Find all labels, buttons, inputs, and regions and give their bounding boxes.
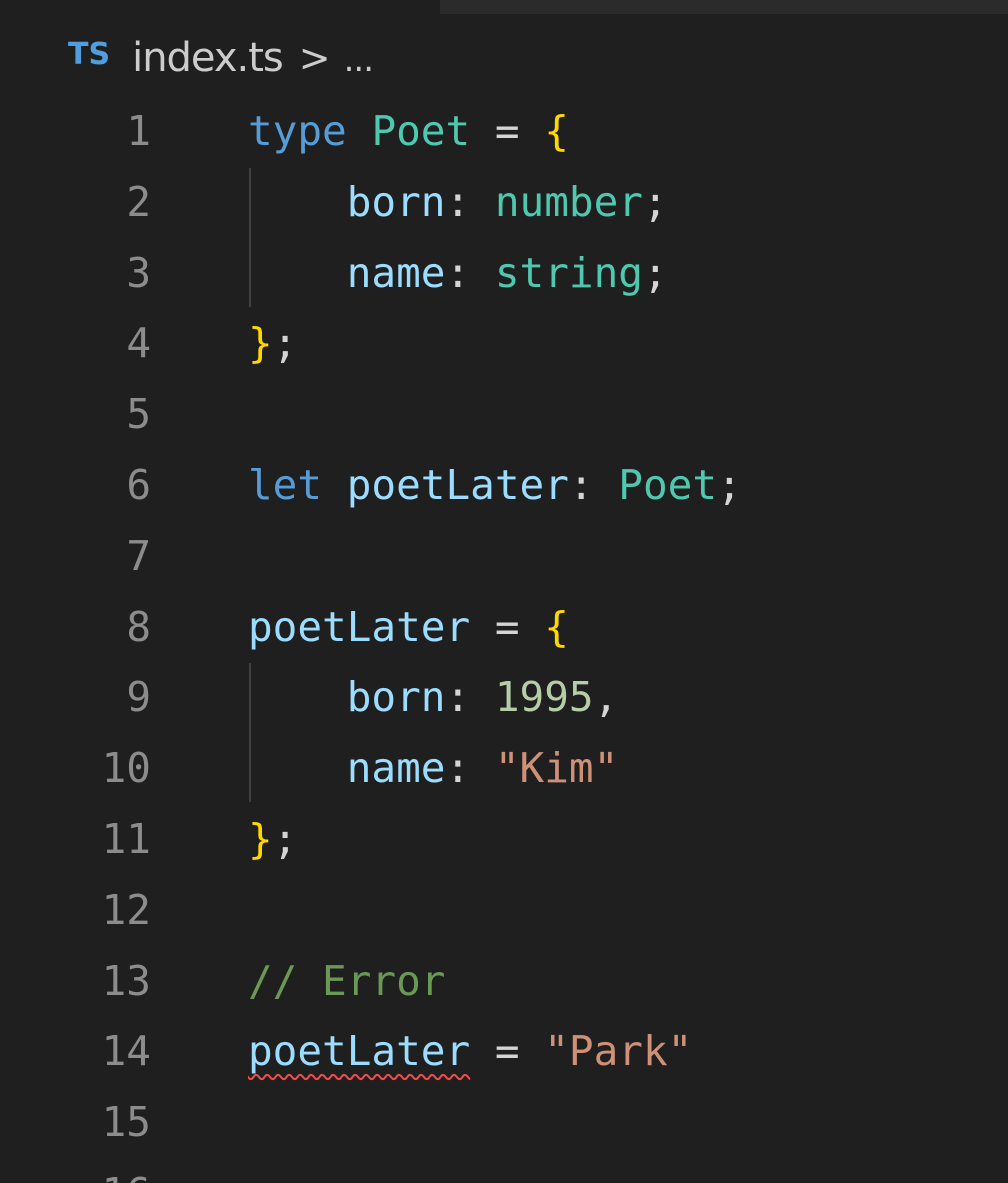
punctuation-token: :: [445, 744, 495, 793]
code-line[interactable]: 11 };: [0, 804, 1008, 875]
number-token: 1995: [494, 673, 594, 722]
punctuation-token: ;: [272, 814, 298, 863]
operator-token: =: [470, 602, 545, 651]
operator-token: =: [470, 1027, 545, 1076]
typescript-file-icon: TS: [68, 36, 111, 72]
line-code[interactable]: name: string;: [248, 238, 668, 309]
property-token: name: [346, 248, 446, 297]
code-line[interactable]: 3 name: string;: [0, 238, 1008, 309]
line-number: 2: [126, 177, 151, 226]
chevron-right-icon: >: [298, 36, 331, 80]
code-line[interactable]: 10 name: "Kim": [0, 733, 1008, 804]
code-line[interactable]: 5: [0, 379, 1008, 450]
brace-token: }: [248, 814, 273, 863]
breadcrumb-file-name[interactable]: index.ts: [132, 35, 284, 81]
line-code[interactable]: born: 1995,: [248, 662, 619, 733]
brace-token: {: [544, 602, 569, 651]
code-line[interactable]: 12: [0, 875, 1008, 946]
tab-bar-strip: [440, 0, 1008, 14]
punctuation-token: ;: [642, 177, 668, 226]
punctuation-token: :: [445, 177, 495, 226]
keyword-token: type: [248, 107, 347, 155]
type-token: string: [494, 248, 643, 297]
line-number: 9: [126, 673, 151, 722]
line-number: 15: [101, 1098, 151, 1147]
breadcrumb[interactable]: TS index.ts > ...: [68, 30, 374, 86]
brace-token: }: [248, 319, 273, 368]
line-number: 16: [0, 1158, 151, 1183]
variable-token: poetLater: [248, 602, 471, 651]
code-line[interactable]: 16: [0, 1158, 1008, 1183]
breadcrumb-symbol-ellipsis[interactable]: ...: [344, 40, 374, 80]
string-token: "Kim": [494, 744, 619, 793]
line-code[interactable]: // Error: [248, 946, 445, 1017]
punctuation-token: ;: [642, 248, 668, 297]
line-number: 5: [126, 390, 151, 439]
line-code[interactable]: let poetLater: Poet;: [248, 450, 742, 521]
operator-token: =: [470, 107, 545, 155]
line-number: 13: [101, 956, 151, 1005]
code-line[interactable]: 8 poetLater = {: [0, 592, 1008, 663]
line-code[interactable]: type Poet = {: [248, 96, 569, 167]
type-token: Poet: [371, 107, 471, 155]
line-code[interactable]: name: "Kim": [248, 733, 619, 804]
line-number: 6: [126, 460, 151, 509]
line-number: 1: [126, 107, 151, 155]
code-line[interactable]: 9 born: 1995,: [0, 662, 1008, 733]
code-line[interactable]: 13 // Error: [0, 946, 1008, 1017]
code-line[interactable]: 15: [0, 1087, 1008, 1158]
line-number: 12: [101, 885, 151, 934]
type-token: number: [494, 177, 643, 226]
type-token: Poet: [618, 460, 718, 509]
string-token: "Park": [544, 1027, 693, 1076]
line-number: 14: [101, 1027, 151, 1076]
punctuation-token: ;: [272, 319, 298, 368]
line-number: 10: [101, 744, 151, 793]
line-code[interactable]: poetLater = "Park": [248, 1016, 692, 1087]
line-number: 3: [126, 248, 151, 297]
line-number: 11: [101, 814, 151, 863]
punctuation-token: :: [445, 248, 495, 297]
line-code[interactable]: poetLater = {: [248, 592, 569, 663]
property-token: born: [346, 673, 446, 722]
code-editor[interactable]: 1 type Poet = { 2 born: number; 3 name: …: [0, 96, 1008, 1183]
line-code[interactable]: };: [248, 308, 297, 379]
comment-token: // Error: [248, 956, 446, 1005]
code-line[interactable]: 6 let poetLater: Poet;: [0, 450, 1008, 521]
line-code[interactable]: born: number;: [248, 167, 668, 238]
code-line[interactable]: 14 poetLater = "Park": [0, 1016, 1008, 1087]
code-line[interactable]: 4 };: [0, 308, 1008, 379]
line-number: 7: [126, 531, 151, 580]
property-token: name: [346, 744, 446, 793]
line-number: 8: [126, 602, 151, 651]
error-variable-token[interactable]: poetLater: [248, 1027, 470, 1075]
keyword-token: let: [248, 460, 323, 509]
code-line[interactable]: 7: [0, 521, 1008, 592]
punctuation-token: :: [568, 460, 619, 509]
brace-token: {: [544, 107, 569, 155]
line-number: 4: [126, 319, 151, 368]
line-code[interactable]: };: [248, 804, 297, 875]
variable-token: poetLater: [346, 460, 569, 509]
punctuation-token: ;: [717, 460, 742, 509]
code-line[interactable]: 2 born: number;: [0, 167, 1008, 238]
punctuation-token: :: [445, 673, 495, 722]
punctuation-token: ,: [593, 673, 619, 722]
code-line[interactable]: 1 type Poet = {: [0, 96, 1008, 167]
property-token: born: [346, 177, 446, 226]
